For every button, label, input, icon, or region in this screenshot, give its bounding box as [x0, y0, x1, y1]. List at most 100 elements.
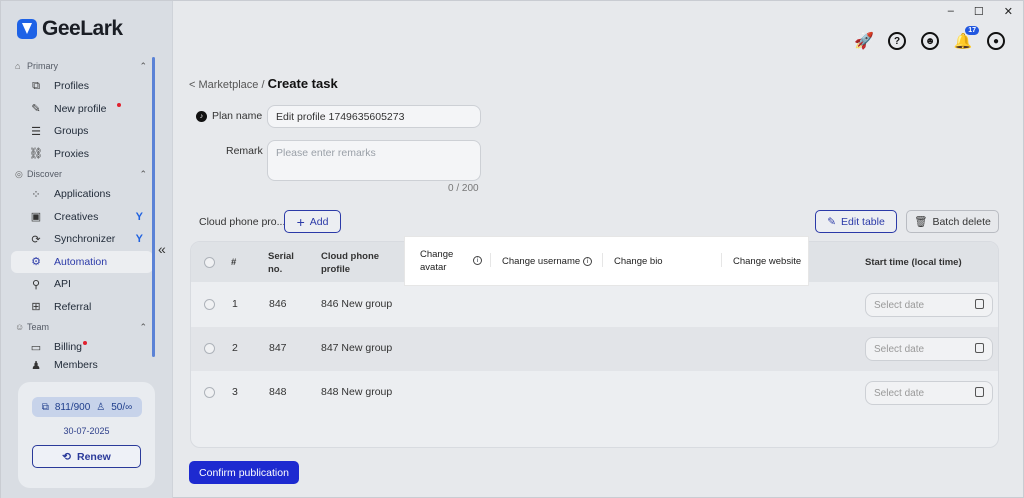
- row-index: 2: [232, 342, 238, 354]
- maximize-button[interactable]: ☐: [974, 5, 984, 18]
- batch-delete-button[interactable]: 🗑 Batch delete: [906, 210, 999, 233]
- renew-button[interactable]: ⟲ Renew: [32, 445, 141, 468]
- row-checkbox[interactable]: [204, 387, 215, 398]
- sidebar-item-groups[interactable]: ☰ Groups: [11, 120, 153, 143]
- row-checkbox[interactable]: [204, 343, 215, 354]
- user-icon: ♟: [31, 359, 41, 371]
- calendar-icon: [975, 343, 984, 353]
- remark-label: Remark: [226, 145, 263, 157]
- table-row: 1 846 846 New group Select date: [191, 283, 998, 327]
- sidebar-item-label: Groups: [54, 125, 89, 138]
- refresh-icon: ⟲: [62, 450, 71, 463]
- profiles-quota: 811/900: [54, 401, 91, 413]
- info-icon[interactable]: i: [583, 256, 593, 266]
- sidebar-item-members[interactable]: ♟ Members: [11, 359, 153, 371]
- minimize-button[interactable]: –: [948, 5, 954, 18]
- sidebar-item-automation[interactable]: ⚙ Automation: [11, 250, 153, 273]
- section-team[interactable]: ☺ Team ⌃: [11, 318, 153, 336]
- account-icon[interactable]: ●: [987, 32, 1005, 50]
- add-label: Add: [309, 215, 329, 228]
- sidebar-item-label: New profile: [54, 102, 107, 115]
- highlighted-columns-header: Change avatar i Change username i Change …: [405, 237, 808, 285]
- select-all-checkbox[interactable]: [204, 257, 215, 268]
- row-index: 1: [232, 298, 238, 310]
- sidebar-item-referral[interactable]: ⊞ Referral: [11, 296, 153, 319]
- start-date-picker[interactable]: Select date: [865, 293, 993, 317]
- plan-name-input[interactable]: Edit profile 1749635605273: [267, 105, 481, 128]
- col-serial: Serial no.: [268, 251, 294, 275]
- support-icon[interactable]: ☻: [921, 32, 939, 50]
- row-index: 3: [232, 386, 238, 398]
- edit-table-button[interactable]: ✎ Edit table: [815, 210, 897, 233]
- column-divider: [721, 253, 722, 267]
- table-row: 2 847 847 New group Select date: [191, 327, 998, 371]
- new-indicator-dot: [83, 341, 87, 345]
- sidebar-item-profiles[interactable]: ⧉ Profiles: [11, 75, 153, 98]
- renew-label: Renew: [76, 450, 111, 463]
- start-date-picker[interactable]: Select date: [865, 337, 993, 361]
- team-icon: ☺: [15, 322, 25, 332]
- section-primary[interactable]: ⌂ Primary ⌃: [11, 57, 153, 75]
- start-date-picker[interactable]: Select date: [865, 381, 993, 405]
- col-change-bio[interactable]: Change bio: [614, 255, 663, 268]
- remark-char-counter: 0 / 200: [448, 183, 479, 194]
- geelark-badge-icon: Y: [135, 210, 143, 223]
- quota-card: ⧉ 811/900 ♙ 50/∞ 30-07-2025 ⟲ Renew: [18, 382, 155, 488]
- rocket-icon[interactable]: 🚀: [854, 32, 874, 50]
- expiry-date: 30-07-2025: [63, 426, 110, 436]
- sidebar-item-label: Billing: [54, 341, 83, 354]
- sidebar-item-synchronizer[interactable]: ⟳ Synchronizer Y: [11, 228, 153, 251]
- info-icon[interactable]: i: [473, 256, 482, 265]
- help-icon[interactable]: ?: [888, 32, 906, 50]
- sidebar: GeeLark ⌂ Primary ⌃ ⧉ Profiles ✎ New pro…: [1, 1, 173, 498]
- bell-icon[interactable]: 🔔 17: [954, 26, 979, 50]
- row-serial: 846: [269, 298, 287, 310]
- section-discover[interactable]: ◎ Discover ⌃: [11, 165, 153, 183]
- sidebar-item-creatives[interactable]: ▣ Creatives Y: [11, 206, 153, 229]
- confirm-publication-button[interactable]: Confirm publication: [189, 461, 299, 484]
- app-window: GeeLark ⌂ Primary ⌃ ⧉ Profiles ✎ New pro…: [0, 0, 1024, 498]
- remark-textarea[interactable]: Please enter remarks: [267, 140, 481, 181]
- add-button[interactable]: + Add: [284, 210, 341, 233]
- sidebar-item-label: API: [54, 278, 71, 291]
- gift-icon: ⊞: [31, 301, 41, 314]
- sidebar-scrollbar[interactable]: [152, 57, 155, 357]
- col-change-username[interactable]: Change username i: [502, 255, 593, 268]
- notification-badge: 17: [965, 26, 979, 35]
- sidebar-item-new-profile[interactable]: ✎ New profile: [11, 98, 153, 121]
- sidebar-item-label: Referral: [54, 300, 92, 313]
- sidebar-item-label: Synchronizer: [54, 233, 116, 246]
- table-row: 3 848 848 New group Select date: [191, 371, 998, 415]
- sidebar-item-label: Applications: [54, 188, 111, 201]
- apps-icon: ⁘: [31, 188, 41, 201]
- section-label: Primary: [27, 61, 58, 71]
- row-checkbox[interactable]: [204, 299, 215, 310]
- row-profile: 848 New group: [321, 386, 393, 398]
- new-indicator-dot: [117, 102, 121, 107]
- window-controls: – ☐ ✕: [948, 5, 1013, 18]
- sidebar-item-applications[interactable]: ⁘ Applications: [11, 183, 153, 206]
- row-profile: 847 New group: [321, 342, 393, 354]
- col-change-avatar[interactable]: Change avatar: [420, 248, 460, 274]
- col-index: #: [231, 257, 237, 268]
- collapse-sidebar-icon[interactable]: «: [158, 241, 166, 257]
- col-start-time: Start time (local time): [865, 257, 962, 268]
- geelark-badge-icon: Y: [135, 233, 143, 246]
- sidebar-item-api[interactable]: ⚲ API: [11, 273, 153, 296]
- edit-table-label: Edit table: [841, 215, 885, 228]
- plus-icon: +: [296, 213, 305, 230]
- quota-usage: ⧉ 811/900 ♙ 50/∞: [32, 397, 142, 417]
- sidebar-item-proxies[interactable]: ⛓ Proxies: [11, 143, 153, 166]
- cloud-phone-section-title: Cloud phone pro...: [199, 216, 286, 228]
- date-placeholder: Select date: [874, 344, 925, 355]
- page-title: Create task: [267, 76, 338, 91]
- row-profile: 846 New group: [321, 298, 393, 310]
- breadcrumb-back-link[interactable]: < Marketplace /: [189, 79, 265, 91]
- network-icon: ⛓: [29, 148, 43, 161]
- calendar-icon: [975, 387, 984, 397]
- close-button[interactable]: ✕: [1004, 5, 1013, 18]
- edit-icon: ✎: [31, 103, 41, 116]
- geelark-logo-icon: [17, 19, 37, 39]
- sidebar-item-billing[interactable]: ▭ Billing: [11, 336, 153, 359]
- col-change-website[interactable]: Change website: [733, 255, 801, 268]
